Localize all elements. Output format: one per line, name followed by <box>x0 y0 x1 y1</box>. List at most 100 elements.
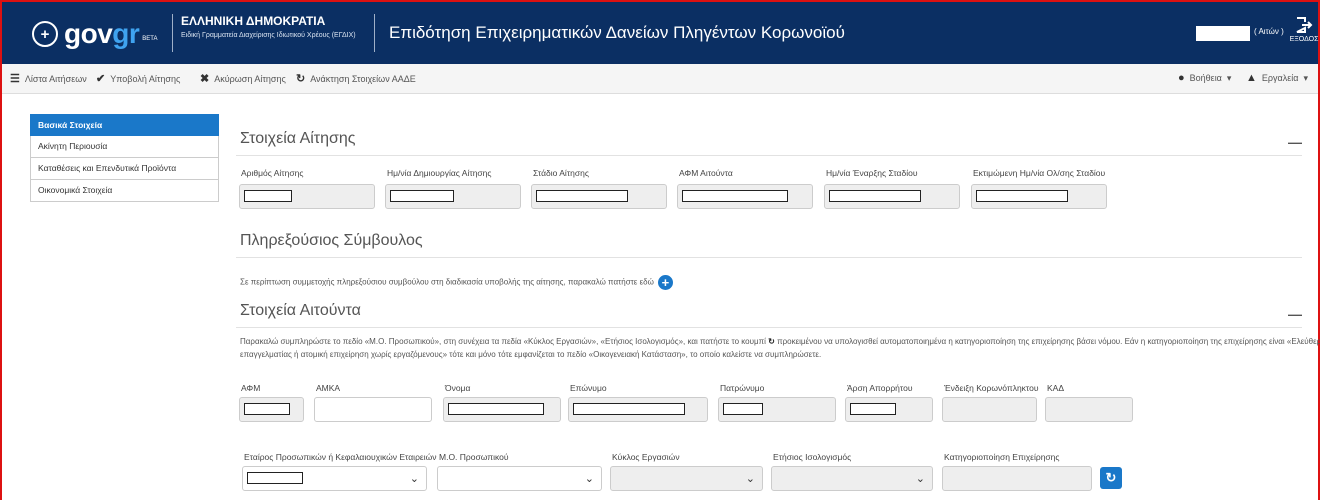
redacted-value <box>448 403 544 415</box>
ministry-subtitle: Ειδική Γραμματεία Διαχείρισης Ιδιωτικού … <box>181 32 356 39</box>
applicant-help-part2: προκειμένου να υπολογισθεί αυτοματοποιημ… <box>777 337 1320 346</box>
turnover-select[interactable]: ⌄ <box>610 466 763 491</box>
sidebar-item-basic-info[interactable]: Βασικά Στοιχεία <box>30 114 219 136</box>
govgr-logo[interactable]: + govgr BETA <box>32 18 158 49</box>
logout-button[interactable]: ΕΞΟΔΟΣ <box>1289 16 1319 43</box>
submit-application-button[interactable]: ✔ Υποβολή Αίτησης <box>96 72 180 85</box>
label-covid-indicator: Ένδειξη Κορωνόπληκτου <box>944 383 1039 393</box>
cancel-application-label: Ακύρωση Αίτησης <box>214 73 286 84</box>
label-last-name: Επώνυμο <box>570 383 607 393</box>
sidebar-item-deposits[interactable]: Καταθέσεις και Επενδυτικά Προϊόντα <box>30 158 219 180</box>
sidebar-item-real-estate[interactable]: Ακίνητη Περιουσία <box>30 136 219 158</box>
label-amka: ΑΜΚΑ <box>316 383 341 393</box>
help-label: Βοήθεια <box>1189 73 1222 83</box>
application-number-field <box>239 184 375 209</box>
redacted-value <box>829 190 921 202</box>
label-annual-balance: Ετήσιος Ισολογισμός <box>773 452 852 462</box>
fetch-aade-button[interactable]: ↻ Ανάκτηση Στοιχείων ΑΑΔΕ <box>296 72 416 85</box>
help-menu[interactable]: ● Βοήθεια ▾ <box>1178 72 1231 84</box>
list-applications-label: Λίστα Αιτήσεων <box>24 73 87 84</box>
label-stage-end-date: Εκτιμώμενη Ημ/νία Ολ/σης Σταδίου <box>973 168 1106 178</box>
redacted-value <box>247 472 303 484</box>
redacted-value <box>244 190 292 202</box>
submit-application-label: Υποβολή Αίτησης <box>110 73 181 84</box>
privacy-waiver-field <box>845 397 933 422</box>
user-role: ( Αιτών ) <box>1254 27 1284 36</box>
redacted-value <box>390 190 454 202</box>
applicant-help-line2: επαγγελματίας ή ατομική επιχείρηση χωρίς… <box>240 350 822 359</box>
divider <box>236 327 1302 328</box>
close-icon: ✖ <box>200 73 210 85</box>
label-afm: ΑΦΜ <box>241 383 261 393</box>
refresh-icon: ↻ <box>1105 470 1117 485</box>
amka-input[interactable] <box>314 397 432 422</box>
avg-staff-select[interactable]: ⌄ <box>437 466 602 491</box>
app-header: + govgr BETA ΕΛΛΗΝΙΚΗ ΔΗΜΟΚΡΑΤΙΑ Ειδική … <box>2 2 1318 64</box>
stage-end-date-field <box>971 184 1107 209</box>
car-icon: ▲ <box>1246 72 1257 84</box>
logo-wordmark: govgr <box>64 18 140 49</box>
chevron-down-icon: ⌄ <box>915 473 925 485</box>
advisor-help-text: Σε περίπτωση συμμετοχής πληρεξούσιου συμ… <box>240 277 654 287</box>
chevron-down-icon: ⌄ <box>584 473 594 485</box>
section-title-advisor: Πληρεξούσιος Σύμβουλος <box>240 232 423 249</box>
advisor-help: Σε περίπτωση συμμετοχής πληρεξούσιου συμ… <box>240 275 673 290</box>
label-creation-date: Ημ/νία Δημιουργίας Αίτησης <box>387 168 492 178</box>
annual-balance-select[interactable]: ⌄ <box>771 466 933 491</box>
section-title-application: Στοιχεία Αίτησης <box>240 130 356 147</box>
help-icon: ● <box>1178 72 1185 84</box>
list-applications-button[interactable]: ☰ Λίστα Αιτήσεων <box>10 72 87 85</box>
collapse-applicant-button[interactable]: — <box>1288 306 1302 322</box>
logout-icon <box>1296 17 1313 33</box>
add-advisor-button[interactable]: + <box>657 275 673 290</box>
label-first-name: Όνομα <box>445 383 471 393</box>
redacted-value <box>723 403 763 415</box>
ministry-block: ΕΛΛΗΝΙΚΗ ΔΗΜΟΚΡΑΤΙΑ Ειδική Γραμματεία Δι… <box>172 14 356 52</box>
fetch-aade-label: Ανάκτηση Στοιχείων ΑΑΔΕ <box>310 73 416 84</box>
label-turnover: Κύκλος Εργασιών <box>612 452 680 462</box>
business-category-field <box>942 466 1092 491</box>
label-applicant-afm: ΑΦΜ Αιτούντα <box>679 168 733 178</box>
partner-companies-select[interactable]: ⌄ <box>242 466 427 491</box>
tools-label: Εργαλεία <box>1261 73 1299 83</box>
govgr-emblem-icon: + <box>32 21 58 47</box>
ministry-title: ΕΛΛΗΝΙΚΗ ΔΗΜΟΚΡΑΤΙΑ <box>181 14 326 28</box>
cancel-application-button[interactable]: ✖ Ακύρωση Αίτησης <box>200 72 286 85</box>
logout-label: ΕΞΟΔΟΣ <box>1289 36 1319 43</box>
refresh-icon: ↻ <box>296 73 306 85</box>
divider <box>236 257 1302 258</box>
collapse-application-button[interactable]: — <box>1288 134 1302 150</box>
afm-field <box>239 397 304 422</box>
chevron-down-icon: ⌄ <box>409 473 419 485</box>
fathers-name-field <box>718 397 836 422</box>
redacted-value <box>573 403 685 415</box>
label-application-stage: Στάδιο Αίτησης <box>533 168 589 178</box>
chevron-down-icon: ▾ <box>1226 72 1232 83</box>
calculate-category-button[interactable]: ↻ <box>1100 467 1122 489</box>
check-icon: ✔ <box>96 73 106 85</box>
first-name-field <box>443 397 561 422</box>
list-icon: ☰ <box>10 73 20 85</box>
applicant-afm-field <box>677 184 813 209</box>
logo-gr: gr <box>112 18 140 49</box>
sidebar-item-financials[interactable]: Οικονομικά Στοιχεία <box>30 180 219 202</box>
sidebar: Βασικά Στοιχεία Ακίνητη Περιουσία Καταθέ… <box>30 114 219 202</box>
label-fathers-name: Πατρώνυμο <box>720 383 765 393</box>
creation-date-field <box>385 184 521 209</box>
covid-indicator-field <box>942 397 1037 422</box>
divider <box>236 155 1302 156</box>
label-partner-companies: Εταίρος Προσωπικών ή Κεφαλαιουχικών Εται… <box>244 452 437 462</box>
kad-field <box>1045 397 1133 422</box>
redacted-value <box>244 403 290 415</box>
applicant-help-line1: Παρακαλώ συμπληρώστε το πεδίο «Μ.Ο. Προσ… <box>240 336 1320 348</box>
toolbar: ☰ Λίστα Αιτήσεων ✔ Υποβολή Αίτησης ✖ Ακύ… <box>2 64 1318 94</box>
redacted-value <box>536 190 628 202</box>
user-name-redacted[interactable] <box>1196 26 1250 41</box>
tools-menu[interactable]: ▲ Εργαλεία ▾ <box>1246 72 1308 84</box>
label-stage-start-date: Ημ/νία Έναρξης Σταδίου <box>826 168 918 178</box>
redacted-value <box>976 190 1068 202</box>
label-kad: ΚΑΔ <box>1047 383 1065 393</box>
redacted-value <box>850 403 896 415</box>
refresh-icon: ↻ <box>768 337 775 346</box>
app-title: Επιδότηση Επιχειρηματικών Δανείων Πληγέν… <box>374 14 845 52</box>
